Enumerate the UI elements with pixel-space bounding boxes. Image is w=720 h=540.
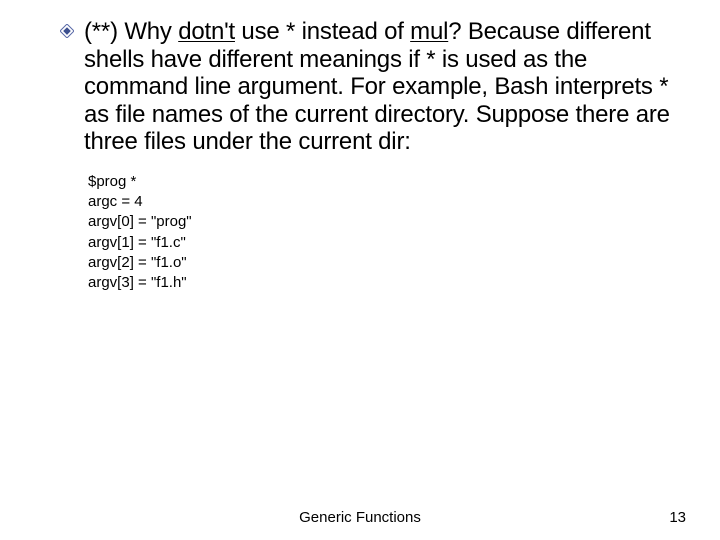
code-line: argv[3] = "f1.h" bbox=[88, 273, 680, 293]
code-line: argv[1] = "f1.c" bbox=[88, 233, 680, 253]
slide: (**) Why dotn't use * instead of mul? Be… bbox=[0, 0, 720, 540]
bullet-text: (**) Why dotn't use * instead of mul? Be… bbox=[84, 18, 680, 156]
page-number: 13 bbox=[669, 509, 686, 526]
code-line: argc = 4 bbox=[88, 192, 680, 212]
code-line: argv[2] = "f1.o" bbox=[88, 253, 680, 273]
code-line: argv[0] = "prog" bbox=[88, 212, 680, 232]
code-line: $prog * bbox=[88, 172, 680, 192]
diamond-bullet-icon bbox=[60, 24, 74, 43]
text-underlined-word: dotn't bbox=[178, 18, 235, 45]
footer-title: Generic Functions bbox=[0, 509, 720, 526]
text-span: use * instead of bbox=[235, 18, 410, 45]
text-underlined-word: mul bbox=[410, 18, 448, 45]
text-span: (**) Why bbox=[84, 18, 178, 45]
code-block: $prog * argc = 4 argv[0] = "prog" argv[1… bbox=[88, 172, 680, 294]
content-block: (**) Why dotn't use * instead of mul? Be… bbox=[60, 18, 680, 293]
bullet-item: (**) Why dotn't use * instead of mul? Be… bbox=[60, 18, 680, 156]
